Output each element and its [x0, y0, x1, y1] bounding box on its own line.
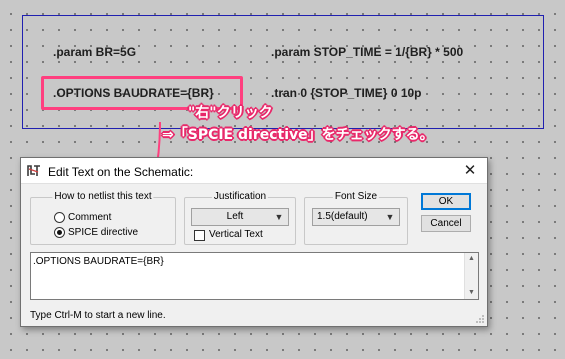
netlist-mode-label: How to netlist this text [52, 191, 154, 202]
dialog-title: Edit Text on the Schematic: [48, 165, 194, 179]
justification-group: Justification Left ▼ Vertical Text [184, 191, 296, 245]
radio-comment-label: Comment [68, 211, 112, 223]
vertical-text-checkbox[interactable] [194, 230, 205, 241]
justification-label: Justification [211, 191, 269, 202]
font-size-label: Font Size [332, 191, 380, 202]
font-size-select[interactable]: 1.5(default) ▼ [312, 208, 400, 226]
directive-text-value: .OPTIONS BAUDRATE={BR} [33, 256, 164, 267]
scroll-down-icon[interactable]: ▼ [465, 287, 478, 299]
ltspice-icon [27, 165, 40, 176]
ctrl-m-hint: Type Ctrl-M to start a new line. [30, 310, 166, 321]
chevron-down-icon: ▼ [385, 212, 395, 222]
ok-button[interactable]: OK [421, 193, 471, 210]
vertical-text-label: Vertical Text [209, 229, 263, 240]
font-size-value: 1.5(default) [317, 211, 368, 222]
netlist-mode-group: How to netlist this text Comment SPICE d… [30, 191, 176, 245]
font-size-group: Font Size 1.5(default) ▼ [304, 191, 408, 245]
radio-spice-directive-label: SPICE directive [68, 226, 139, 238]
close-icon[interactable]: ✕ [461, 162, 479, 180]
resize-grip-icon[interactable] [475, 314, 485, 324]
text-scrollbar[interactable]: ▲ ▼ [464, 253, 478, 299]
cancel-button[interactable]: Cancel [421, 215, 471, 232]
justification-select[interactable]: Left ▼ [191, 208, 289, 226]
justification-value: Left [226, 211, 244, 222]
dialog-titlebar[interactable]: Edit Text on the Schematic: ✕ [21, 158, 487, 184]
radio-spice-directive-indicator[interactable] [54, 226, 65, 238]
directive-text-input[interactable]: .OPTIONS BAUDRATE={BR} ▲ ▼ [30, 252, 479, 300]
radio-comment[interactable]: Comment [54, 210, 111, 224]
chevron-down-icon: ▼ [274, 212, 284, 222]
scroll-up-icon[interactable]: ▲ [465, 253, 478, 265]
edit-text-dialog: Edit Text on the Schematic: ✕ How to net… [20, 157, 488, 327]
radio-spice-directive[interactable]: SPICE directive [54, 225, 138, 239]
radio-comment-indicator[interactable] [54, 211, 65, 223]
